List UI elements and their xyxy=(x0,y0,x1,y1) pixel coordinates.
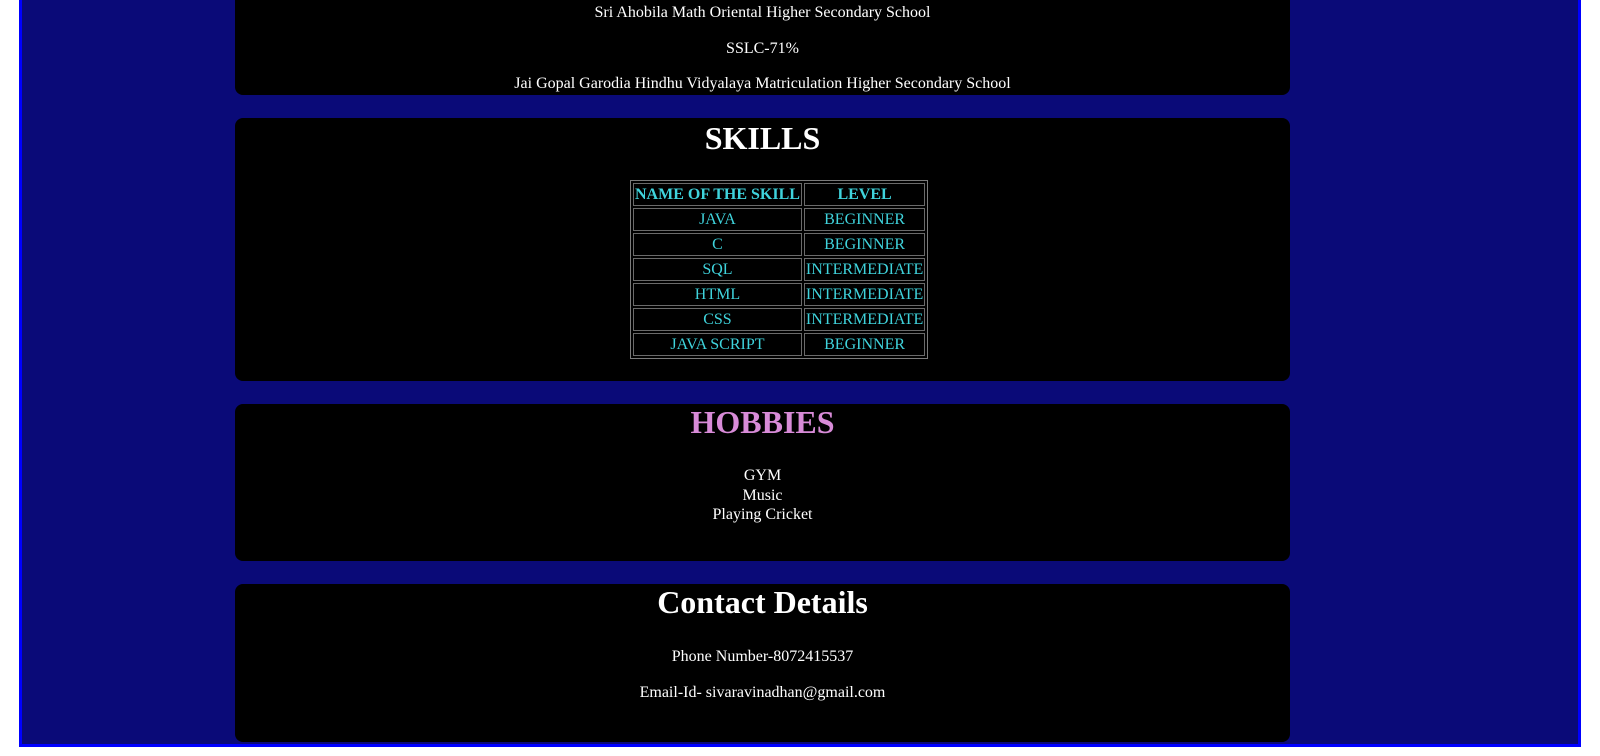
table-row: JAVA BEGINNER xyxy=(633,208,926,231)
skill-level-cell: INTERMEDIATE xyxy=(803,308,926,331)
skills-table: NAME OF THE SKILL LEVEL JAVA BEGINNER C … xyxy=(630,180,929,359)
list-item: Playing Cricket xyxy=(712,506,813,523)
list-item: GYM xyxy=(743,467,782,484)
skill-level-cell: BEGINNER xyxy=(803,208,926,231)
table-row: C BEGINNER xyxy=(633,233,926,256)
sslc-school-text: Jai Gopal Garodia Hindhu Vidyalaya Matri… xyxy=(514,75,1011,92)
table-row: CSS INTERMEDIATE xyxy=(633,308,926,331)
skill-name-cell: SQL xyxy=(633,258,802,281)
table-row: SQL INTERMEDIATE xyxy=(633,258,926,281)
phone-number-text: Phone Number-8072415537 xyxy=(671,648,854,665)
hobbies-section: HOBBIES GYM Music Playing Cricket xyxy=(235,404,1290,561)
hobbies-list: GYM Music Playing Cricket xyxy=(235,466,1290,525)
skill-level-cell: INTERMEDIATE xyxy=(803,258,926,281)
skill-name-cell: C xyxy=(633,233,802,256)
skill-name-cell: JAVA xyxy=(633,208,802,231)
column-header-level: LEVEL xyxy=(803,183,926,206)
skills-section: SKILLS NAME OF THE SKILL LEVEL JAVA BEGI… xyxy=(235,118,1290,381)
column-header-skill: NAME OF THE SKILL xyxy=(633,183,802,206)
email-text: Email-Id- sivaravinadhan@gmail.com xyxy=(639,684,886,701)
hsc-school-text: Sri Ahobila Math Oriental Higher Seconda… xyxy=(594,4,931,21)
sslc-score-text: SSLC-71% xyxy=(726,40,799,57)
skill-name-cell: CSS xyxy=(633,308,802,331)
skills-heading: SKILLS xyxy=(704,120,821,156)
education-section: Sri Ahobila Math Oriental Higher Seconda… xyxy=(235,0,1290,95)
skill-level-cell: BEGINNER xyxy=(803,333,926,356)
table-row: JAVA SCRIPT BEGINNER xyxy=(633,333,926,356)
list-item: Music xyxy=(742,486,783,504)
contact-section: Contact Details Phone Number-8072415537 … xyxy=(235,584,1290,742)
skill-name-cell: HTML xyxy=(633,283,802,306)
hobbies-heading: HOBBIES xyxy=(690,404,835,440)
skill-level-cell: INTERMEDIATE xyxy=(803,283,926,306)
skill-level-cell: BEGINNER xyxy=(803,233,926,256)
skills-table-header-row: NAME OF THE SKILL LEVEL xyxy=(633,183,926,206)
contact-heading: Contact Details xyxy=(657,584,868,620)
table-row: HTML INTERMEDIATE xyxy=(633,283,926,306)
skill-name-cell: JAVA SCRIPT xyxy=(633,333,802,356)
